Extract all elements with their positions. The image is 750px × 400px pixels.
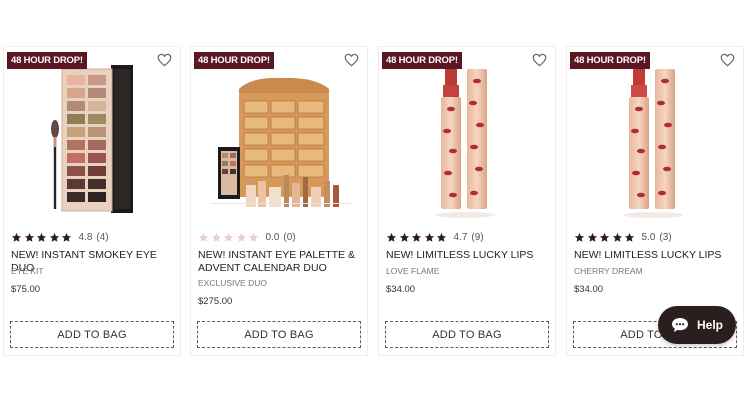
review-count: (3) xyxy=(659,231,672,243)
wishlist-heart-icon[interactable] xyxy=(157,53,172,67)
product-name[interactable]: NEW! LIMITLESS LUCKY LIPS xyxy=(386,249,551,262)
product-price: $275.00 xyxy=(198,296,233,307)
star-icon xyxy=(424,232,434,242)
star-icon xyxy=(386,232,397,242)
star-empty-icon xyxy=(211,232,221,242)
promo-badge: 48 HOUR DROP! xyxy=(570,52,650,69)
review-count: (0) xyxy=(283,231,296,243)
star-icon xyxy=(612,232,622,242)
help-chat-button[interactable]: Help xyxy=(658,306,736,344)
star-icon xyxy=(599,232,610,242)
eyeshadow-palette-illustration xyxy=(51,65,133,213)
lipstick-illustration xyxy=(435,61,495,218)
promo-badge: 48 HOUR DROP! xyxy=(194,52,274,69)
wishlist-heart-icon[interactable] xyxy=(720,53,735,67)
product-variant: EXCLUSIVE DUO xyxy=(198,278,267,288)
promo-badge: 48 HOUR DROP! xyxy=(382,52,462,69)
product-card: 48 HOUR DROP! 4.8 (4) NEW! INSTANT SMOKE… xyxy=(4,47,180,355)
rating-value: 4.7 xyxy=(453,231,468,243)
rating-stars xyxy=(574,232,637,243)
product-rating[interactable]: 4.7 (9) xyxy=(386,231,484,243)
review-count: (9) xyxy=(471,231,484,243)
star-icon xyxy=(574,232,585,242)
add-to-bag-button[interactable]: ADD TO BAG xyxy=(197,321,361,348)
product-price: $75.00 xyxy=(11,284,41,295)
wishlist-heart-icon[interactable] xyxy=(344,53,359,67)
product-image[interactable] xyxy=(4,47,180,222)
product-name[interactable]: NEW! LIMITLESS LUCKY LIPS xyxy=(574,249,739,262)
product-image[interactable] xyxy=(567,47,743,222)
star-icon xyxy=(624,232,635,242)
star-empty-icon xyxy=(248,232,259,242)
star-icon xyxy=(61,232,72,242)
star-empty-icon xyxy=(198,232,209,242)
star-empty-icon xyxy=(223,232,234,242)
star-icon xyxy=(24,232,34,242)
star-icon xyxy=(36,232,47,242)
star-icon xyxy=(11,232,22,242)
promo-badge: 48 HOUR DROP! xyxy=(7,52,87,69)
product-image[interactable] xyxy=(379,47,555,222)
product-card: 48 HOUR DROP! 0.0 (0) NEW! INSTANT EYE P… xyxy=(191,47,367,355)
wishlist-heart-icon[interactable] xyxy=(532,53,547,67)
product-rating[interactable]: 0.0 (0) xyxy=(198,231,296,243)
rating-value: 5.0 xyxy=(641,231,656,243)
advent-calendar-illustration xyxy=(211,77,351,207)
product-variant: CHERRY DREAM xyxy=(574,266,643,276)
star-icon xyxy=(411,232,422,242)
star-icon xyxy=(49,232,59,242)
product-price: $34.00 xyxy=(386,284,416,295)
rating-stars xyxy=(198,232,261,243)
review-count: (4) xyxy=(96,231,109,243)
product-card: 48 HOUR DROP! 4.7 (9) NEW! LIMITLESS LUC… xyxy=(379,47,555,355)
rating-value: 4.8 xyxy=(78,231,93,243)
product-name[interactable]: NEW! INSTANT EYE PALETTE & ADVENT CALEND… xyxy=(198,249,363,274)
product-price: $34.00 xyxy=(574,284,604,295)
product-variant: EYE KIT xyxy=(11,266,44,276)
star-icon xyxy=(587,232,597,242)
help-label: Help xyxy=(696,318,723,332)
rating-stars xyxy=(386,232,449,243)
add-to-bag-button[interactable]: ADD TO BAG xyxy=(10,321,174,348)
star-icon xyxy=(399,232,409,242)
rating-stars xyxy=(11,232,74,243)
star-icon xyxy=(436,232,447,242)
product-rating[interactable]: 4.8 (4) xyxy=(11,231,109,243)
star-empty-icon xyxy=(236,232,246,242)
product-rating[interactable]: 5.0 (3) xyxy=(574,231,672,243)
product-variant: LOVE FLAME xyxy=(386,266,440,276)
rating-value: 0.0 xyxy=(265,231,280,243)
product-grid: 48 HOUR DROP! 4.8 (4) NEW! INSTANT SMOKE… xyxy=(0,47,750,355)
product-image[interactable] xyxy=(191,47,367,222)
chat-bubble-icon xyxy=(671,318,688,332)
lipstick-illustration xyxy=(623,61,683,218)
add-to-bag-button[interactable]: ADD TO BAG xyxy=(385,321,549,348)
